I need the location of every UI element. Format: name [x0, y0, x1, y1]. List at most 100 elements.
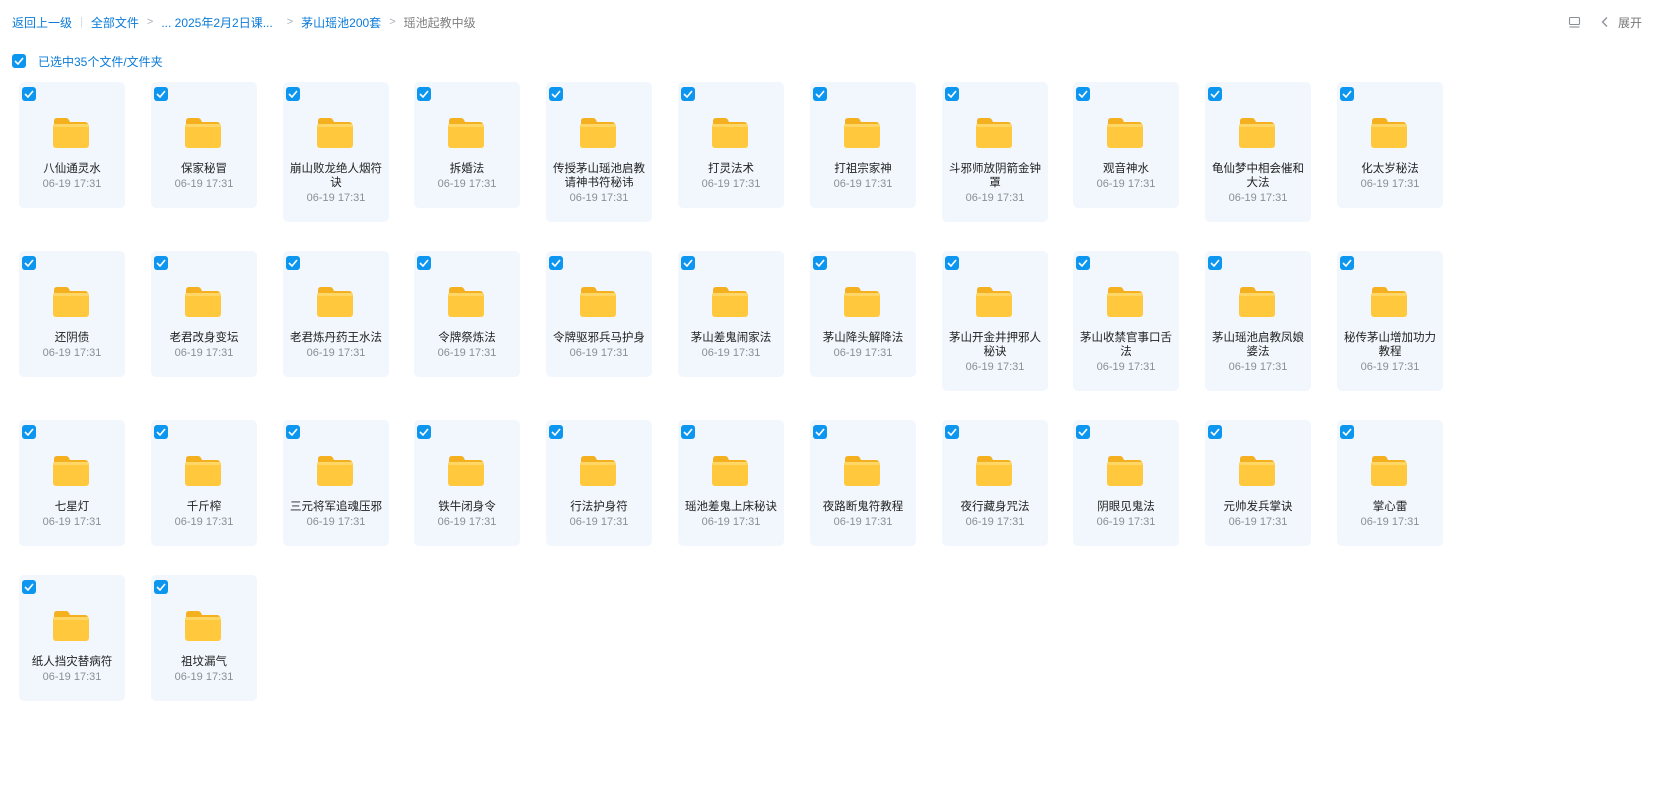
folder-checkbox[interactable]: [1076, 87, 1090, 101]
folder-checkbox[interactable]: [681, 256, 695, 270]
folder-checkbox[interactable]: [813, 87, 827, 101]
folder-checkbox[interactable]: [22, 580, 36, 594]
breadcrumb-parent[interactable]: 茅山瑶池200套: [301, 14, 381, 31]
folder-checkbox[interactable]: [286, 87, 300, 101]
folder-card[interactable]: 秘传茅山增加功力教程 06-19 17:31: [1337, 251, 1443, 391]
chevron-right-icon: >: [286, 16, 294, 28]
folder-name: 掌心雷: [1372, 501, 1408, 513]
folder-card[interactable]: 还阴债 06-19 17:31: [19, 251, 125, 377]
layout-toggle-icon[interactable]: [1568, 15, 1582, 29]
folder-icon: [316, 453, 354, 487]
folder-checkbox[interactable]: [417, 256, 431, 270]
folder-card[interactable]: 瑶池差鬼上床秘诀 06-19 17:31: [678, 420, 784, 546]
folder-icon: [975, 284, 1013, 318]
folder-icon: [975, 115, 1013, 149]
folder-icon: [1238, 284, 1276, 318]
folder-name: 夜路断鬼符教程: [822, 501, 904, 513]
folder-card[interactable]: 老君炼丹药王水法 06-19 17:31: [283, 251, 389, 377]
breadcrumb-ellipsis[interactable]: ... 2025年2月2日课...: [161, 14, 272, 31]
chevron-right-icon: >: [146, 16, 154, 28]
folder-card[interactable]: 观音神水 06-19 17:31: [1073, 82, 1179, 208]
select-all-checkbox[interactable]: [12, 54, 26, 68]
folder-card[interactable]: 打灵法术 06-19 17:31: [678, 82, 784, 208]
folder-icon: [711, 453, 749, 487]
folder-name: 传授茅山瑶池启教请神书符秘讳: [553, 163, 645, 189]
folder-icon: [1238, 115, 1276, 149]
folder-card[interactable]: 茅山瑶池启教凤娘婆法 06-19 17:31: [1205, 251, 1311, 391]
folder-name: 秘传茅山增加功力教程: [1344, 332, 1436, 358]
folder-card[interactable]: 掌心雷 06-19 17:31: [1337, 420, 1443, 546]
folder-card[interactable]: 崩山败龙绝人烟符诀 06-19 17:31: [283, 82, 389, 222]
breadcrumb-all-files[interactable]: 全部文件: [91, 14, 139, 31]
folder-checkbox[interactable]: [945, 87, 959, 101]
folder-checkbox[interactable]: [1340, 87, 1354, 101]
folder-card[interactable]: 令牌祭炼法 06-19 17:31: [414, 251, 520, 377]
folder-card[interactable]: 铁牛闭身令 06-19 17:31: [414, 420, 520, 546]
folder-checkbox[interactable]: [22, 256, 36, 270]
folder-checkbox[interactable]: [154, 256, 168, 270]
folder-card[interactable]: 夜路断鬼符教程 06-19 17:31: [810, 420, 916, 546]
folder-checkbox[interactable]: [417, 87, 431, 101]
folder-checkbox[interactable]: [22, 425, 36, 439]
folder-checkbox[interactable]: [813, 256, 827, 270]
folder-name: 铁牛闭身令: [438, 501, 496, 513]
back-link[interactable]: 返回上一级: [12, 14, 72, 31]
folder-checkbox[interactable]: [945, 256, 959, 270]
folder-card[interactable]: 化太岁秘法 06-19 17:31: [1337, 82, 1443, 208]
folder-checkbox[interactable]: [154, 87, 168, 101]
folder-checkbox[interactable]: [154, 580, 168, 594]
folder-checkbox[interactable]: [1208, 256, 1222, 270]
folder-checkbox[interactable]: [813, 425, 827, 439]
folder-card[interactable]: 祖坟漏气 06-19 17:31: [151, 575, 257, 701]
folder-checkbox[interactable]: [22, 87, 36, 101]
folder-checkbox[interactable]: [417, 425, 431, 439]
folder-checkbox[interactable]: [681, 425, 695, 439]
folder-time: 06-19 17:31: [701, 347, 761, 359]
folder-card[interactable]: 阴眼见鬼法 06-19 17:31: [1073, 420, 1179, 546]
folder-checkbox[interactable]: [945, 425, 959, 439]
folder-card[interactable]: 传授茅山瑶池启教请神书符秘讳 06-19 17:31: [546, 82, 652, 222]
folder-card[interactable]: 令牌驱邪兵马护身 06-19 17:31: [546, 251, 652, 377]
folder-card[interactable]: 茅山降头解降法 06-19 17:31: [810, 251, 916, 377]
folder-card[interactable]: 斗邪师放阴箭金钟罩 06-19 17:31: [942, 82, 1048, 222]
folder-card[interactable]: 七星灯 06-19 17:31: [19, 420, 125, 546]
folder-card[interactable]: 三元将军追魂压邪 06-19 17:31: [283, 420, 389, 546]
folder-checkbox[interactable]: [549, 87, 563, 101]
folder-card[interactable]: 茅山差鬼闹家法 06-19 17:31: [678, 251, 784, 377]
folder-card[interactable]: 保家秘冒 06-19 17:31: [151, 82, 257, 208]
folder-checkbox[interactable]: [549, 256, 563, 270]
folder-name: 拆婚法: [449, 163, 485, 175]
folder-checkbox[interactable]: [1076, 425, 1090, 439]
folder-checkbox[interactable]: [1076, 256, 1090, 270]
expand-button[interactable]: 展开: [1618, 14, 1642, 31]
chevron-left-icon[interactable]: [1598, 15, 1612, 29]
folder-card[interactable]: 行法护身符 06-19 17:31: [546, 420, 652, 546]
folder-card[interactable]: 茅山收禁官事口舌法 06-19 17:31: [1073, 251, 1179, 391]
folder-card[interactable]: 纸人挡灾替病符 06-19 17:31: [19, 575, 125, 701]
folder-checkbox[interactable]: [1208, 425, 1222, 439]
folder-time: 06-19 17:31: [437, 178, 497, 190]
folder-icon: [1106, 453, 1144, 487]
folder-card[interactable]: 茅山开金井押邪人秘诀 06-19 17:31: [942, 251, 1048, 391]
folder-card[interactable]: 打祖宗家神 06-19 17:31: [810, 82, 916, 208]
folder-card[interactable]: 老君改身变坛 06-19 17:31: [151, 251, 257, 377]
folder-checkbox[interactable]: [1208, 87, 1222, 101]
folder-card[interactable]: 夜行藏身咒法 06-19 17:31: [942, 420, 1048, 546]
folder-card[interactable]: 千斤榨 06-19 17:31: [151, 420, 257, 546]
folder-card[interactable]: 龟仙梦中相会催和大法 06-19 17:31: [1205, 82, 1311, 222]
folder-icon: [316, 284, 354, 318]
folder-icon: [184, 115, 222, 149]
folder-checkbox[interactable]: [286, 256, 300, 270]
breadcrumb-current: 瑶池起教中级: [403, 15, 476, 30]
folder-checkbox[interactable]: [549, 425, 563, 439]
folder-card[interactable]: 拆婚法 06-19 17:31: [414, 82, 520, 208]
folder-card[interactable]: 元帅发兵掌诀 06-19 17:31: [1205, 420, 1311, 546]
folder-checkbox[interactable]: [1340, 425, 1354, 439]
folder-checkbox[interactable]: [286, 425, 300, 439]
folder-checkbox[interactable]: [681, 87, 695, 101]
folder-checkbox[interactable]: [1340, 256, 1354, 270]
folder-name: 茅山差鬼闹家法: [690, 332, 772, 344]
folder-checkbox[interactable]: [154, 425, 168, 439]
folder-card[interactable]: 八仙通灵水 06-19 17:31: [19, 82, 125, 208]
folder-icon: [316, 115, 354, 149]
